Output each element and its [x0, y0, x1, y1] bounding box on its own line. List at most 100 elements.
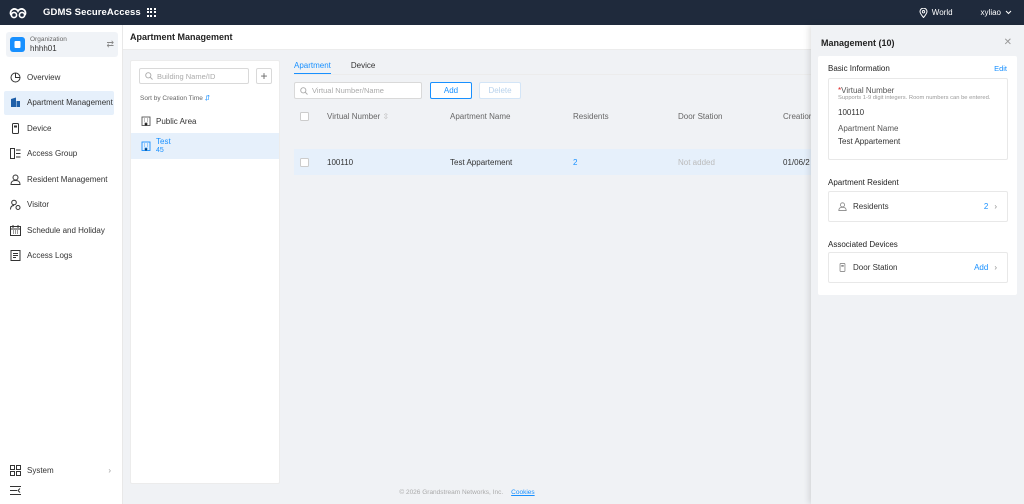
user-name: xyliao [980, 8, 1001, 17]
table-header: Virtual Number ⇳ Apartment Name Resident… [294, 103, 814, 129]
cell-door-station: Not added [678, 157, 715, 167]
column-creation: Creation [783, 111, 814, 121]
nav-item-visitor[interactable]: Visitor [4, 193, 114, 217]
sidebar: Organization hhhh01 ⇄ Overview Apartment… [0, 25, 123, 504]
nav-label: System [27, 466, 54, 475]
chevron-down-icon [1005, 10, 1012, 15]
page-title: Apartment Management [123, 25, 811, 50]
basic-info-box: *Virtual Number Supports 1-9 digit integ… [828, 78, 1008, 160]
switch-icon[interactable]: ⇄ [106, 39, 114, 50]
app-grid-icon[interactable] [146, 7, 157, 18]
main-nav: Overview Apartment Management Device Acc… [0, 65, 122, 268]
door-station-icon [839, 263, 846, 272]
nav-item-resident-management[interactable]: Resident Management [4, 167, 114, 191]
building-item-test[interactable]: Test 45 [131, 133, 279, 159]
calendar-icon [10, 224, 21, 236]
column-label: Virtual Number [327, 111, 381, 121]
nav-label: Schedule and Holiday [27, 225, 105, 235]
content-area: Apartment Management Building Name/ID + … [123, 25, 814, 504]
tab-device[interactable]: Device [351, 60, 375, 74]
collapse-sidebar-icon[interactable] [10, 486, 21, 497]
device-icon [12, 122, 19, 134]
sort-icon: ⇳ [382, 111, 390, 121]
cell-residents-link[interactable]: 2 [573, 158, 577, 167]
pie-chart-icon [10, 72, 21, 82]
delete-apartment-button[interactable]: Delete [479, 82, 521, 99]
organization-switcher[interactable]: Organization hhhh01 ⇄ [6, 32, 118, 57]
close-icon[interactable]: ✕ [1004, 37, 1012, 48]
building-icon [141, 116, 151, 126]
tab-apartment[interactable]: Apartment [294, 60, 331, 74]
footer: © 2026 Grandstream Networks, Inc. Cookies [123, 489, 811, 496]
associated-devices-heading: Associated Devices [828, 240, 898, 249]
row-checkbox[interactable] [300, 157, 309, 167]
chevron-right-icon: › [994, 202, 997, 211]
sort-selector[interactable]: Sort by Creation Time ⇵ [140, 94, 210, 102]
select-all-checkbox[interactable] [300, 111, 309, 121]
organization-icon [10, 37, 25, 52]
visitor-icon [10, 199, 21, 210]
log-icon [10, 250, 21, 261]
cookies-link[interactable]: Cookies [511, 489, 534, 496]
column-virtual-number[interactable]: Virtual Number ⇳ [327, 112, 389, 121]
tab-divider [294, 74, 814, 75]
add-building-button[interactable]: + [256, 68, 272, 84]
chevron-right-icon: › [108, 466, 111, 475]
organization-label: Organization [30, 35, 67, 43]
gdms-logo-icon[interactable] [8, 6, 28, 20]
search-icon [145, 72, 153, 80]
region-label: World [931, 8, 953, 17]
virtual-number-label: Virtual Number [841, 86, 895, 95]
add-apartment-button[interactable]: Add [430, 82, 472, 99]
add-door-station-link[interactable]: Add [974, 263, 988, 272]
building-search-input[interactable]: Building Name/ID [139, 68, 249, 84]
nav-label: Access Logs [27, 251, 73, 260]
nav-item-access-logs[interactable]: Access Logs [4, 244, 114, 268]
nav-label: Visitor [27, 200, 50, 209]
building-item-public-area[interactable]: Public Area [131, 111, 279, 131]
access-group-icon [10, 148, 21, 159]
table-row[interactable]: 100110 Test Appartement 2 Not added 01/0… [294, 149, 814, 175]
chevron-right-icon: › [994, 263, 997, 272]
nav-item-schedule-and-holiday[interactable]: Schedule and Holiday [4, 218, 114, 242]
apartment-name-value: Test Appartement [838, 137, 901, 146]
residents-box[interactable]: Residents 2 › [828, 191, 1008, 222]
apartment-resident-heading: Apartment Resident [828, 178, 899, 187]
apartment-name-label: Apartment Name [838, 124, 899, 133]
system-grid-icon [10, 465, 21, 476]
person-icon [10, 174, 21, 185]
region-selector[interactable]: World [919, 7, 953, 18]
organization-name: hhhh01 [30, 43, 57, 53]
top-bar: GDMS SecureAccess World xyliao [0, 0, 1024, 25]
apartment-search-placeholder: Virtual Number/Name [312, 86, 384, 95]
location-pin-icon [919, 7, 928, 18]
nav-item-apartment-management[interactable]: Apartment Management [4, 90, 114, 115]
building-icon [11, 97, 20, 107]
basic-info-heading: Basic Information [828, 64, 890, 73]
column-apartment-name: Apartment Name [450, 111, 511, 121]
nav-label: Access Group [27, 149, 78, 158]
virtual-number-hint: Supports 1-9 digit integers. Room number… [838, 95, 991, 101]
door-station-box[interactable]: Door Station Add › [828, 252, 1008, 283]
nav-label: Overview [27, 72, 61, 82]
building-name: Public Area [156, 116, 197, 126]
management-drawer: Management (10) ✕ Basic Information Edit… [811, 25, 1024, 504]
building-panel: Building Name/ID + Sort by Creation Time… [130, 60, 280, 484]
apartment-search-input[interactable]: Virtual Number/Name [294, 82, 422, 99]
user-menu[interactable]: xyliao [981, 8, 1012, 17]
nav-label: Apartment Management [27, 98, 113, 107]
nav-item-overview[interactable]: Overview [4, 65, 114, 89]
nav-item-device[interactable]: Device [4, 116, 114, 140]
nav-item-system[interactable]: System › [4, 459, 115, 483]
cell-creation: 01/06/2 [783, 157, 810, 167]
drawer-card: Basic Information Edit *Virtual Number S… [818, 56, 1017, 295]
nav-item-access-group[interactable]: Access Group [4, 142, 114, 166]
person-icon [838, 202, 847, 211]
residents-count: 2 [983, 202, 989, 211]
copyright-text: © 2026 Grandstream Networks, Inc. [399, 489, 504, 496]
app-name: GDMS SecureAccess [43, 7, 141, 18]
cell-apartment-name: Test Appartement [450, 157, 513, 167]
nav-label: Resident Management [27, 174, 108, 184]
search-icon [300, 86, 308, 95]
edit-link[interactable]: Edit [994, 64, 1007, 73]
